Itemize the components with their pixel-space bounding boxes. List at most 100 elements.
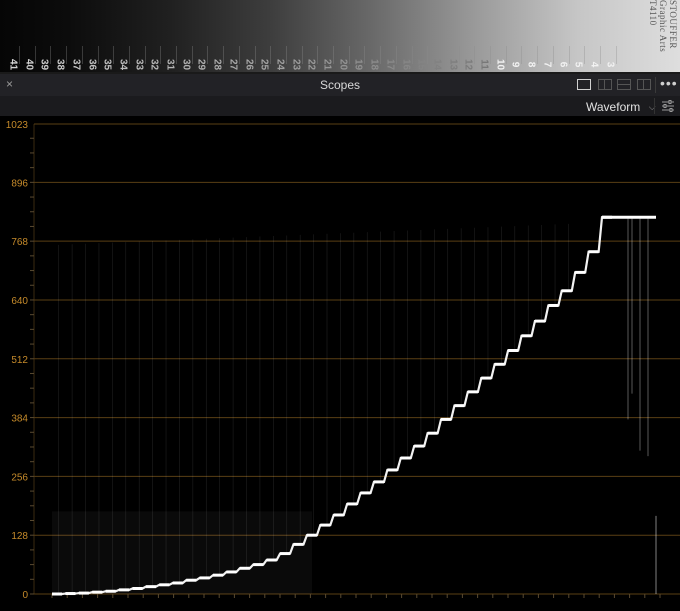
wedge-step-number: 11 — [478, 59, 490, 70]
wedge-step-number: 37 — [70, 58, 82, 71]
wedge-step-tick — [97, 46, 99, 64]
wedge-step-number: 4 — [588, 61, 600, 68]
y-tick-label: 512 — [11, 355, 28, 366]
scope-toolbar: Waveform ⌵ — [0, 96, 680, 116]
wedge-step-tick — [552, 46, 554, 64]
wedge-step-number: 35 — [101, 58, 113, 71]
wedge-step-tick — [128, 46, 130, 64]
y-tick-label: 256 — [11, 472, 28, 483]
wedge-step-tick — [599, 46, 601, 64]
wedge-step-tick — [395, 46, 397, 64]
wedge-step-number: 27 — [227, 58, 239, 71]
wedge-step-number: 29 — [195, 58, 207, 71]
waveform-haze — [52, 223, 569, 594]
wedge-step-tick — [317, 46, 319, 64]
wedge-step-tick — [50, 46, 52, 64]
wedge-step-tick — [207, 46, 209, 64]
wedge-step-number: 34 — [117, 58, 129, 71]
wedge-step-number: 40 — [23, 58, 35, 71]
wedge-step-tick — [615, 46, 617, 64]
wedge-step-tick — [427, 46, 429, 64]
wedge-step-number: 26 — [243, 58, 254, 71]
wedge-step-number: 19 — [352, 58, 364, 71]
wedge-step-number: 20 — [337, 58, 349, 71]
wedge-step-number: 18 — [368, 58, 380, 71]
y-tick-label: 0 — [22, 590, 28, 601]
wedge-step-tick — [270, 46, 272, 64]
y-tick-label: 768 — [11, 237, 28, 248]
wedge-step-number: 9 — [509, 61, 521, 68]
waveform-chart: 0 128 256 384 512 640 768 896 1023 — [6, 120, 680, 601]
wedge-step-tick — [333, 46, 334, 64]
wedge-step-tick — [521, 46, 523, 64]
wedge-step-tick — [238, 46, 240, 64]
wedge-step-tick — [223, 46, 225, 64]
wedge-step-tick — [364, 46, 366, 64]
wedge-step-tick — [490, 46, 491, 64]
toolbar-divider — [654, 98, 655, 114]
wedge-step-tick — [254, 46, 256, 64]
y-tick-label: 896 — [11, 178, 28, 189]
layout-single-icon[interactable] — [577, 79, 591, 90]
wedge-step-number: 30 — [180, 58, 192, 71]
wedge-step-number: 17 — [384, 58, 396, 71]
y-tick-label: 384 — [11, 414, 28, 425]
y-tick-label: 640 — [11, 296, 28, 307]
wedge-step-tick — [176, 46, 177, 64]
step-wedge: 41 40 39 38 37 36 35 34 33 32 31 30 29 28 27 26 25 24 23 22… — [0, 0, 680, 72]
layout-stacked-icon[interactable] — [617, 79, 631, 90]
scope-type-dropdown[interactable]: Waveform ⌵ — [586, 98, 656, 114]
wedge-step-number: 23 — [290, 58, 302, 71]
y-tick-label: 1023 — [6, 120, 29, 131]
wedge-step-tick — [458, 46, 460, 64]
wedge-step-number: 15 — [415, 58, 427, 71]
wedge-step-tick — [113, 46, 115, 64]
wedge-step-number: 41 — [7, 58, 19, 71]
wedge-step-number: 5 — [572, 61, 584, 68]
wedge-step-number: 12 — [462, 58, 474, 71]
wedge-step-number: 7 — [541, 61, 553, 68]
layout-split-icon[interactable] — [598, 79, 612, 90]
wedge-step-tick — [301, 46, 303, 64]
scopes-header: × Scopes ••• — [0, 74, 680, 97]
wedge-step-number: 3 — [604, 61, 616, 68]
wedge-step-number: 16 — [400, 58, 411, 71]
wedge-step-number: 33 — [133, 58, 145, 71]
wedge-step-number: 21 — [321, 58, 333, 71]
wedge-step-number: 31 — [164, 58, 176, 71]
wedge-step-number: 6 — [557, 61, 568, 68]
wedge-step-tick — [442, 46, 444, 64]
wedge-step-tick — [380, 46, 382, 64]
wedge-step-tick — [19, 46, 20, 64]
settings-sliders-icon[interactable] — [661, 99, 675, 113]
wedge-step-tick — [66, 46, 68, 64]
wedge-step-number: 14 — [431, 58, 443, 71]
header-divider — [655, 77, 656, 93]
wedge-brand: STOUFFER Graphic Arts T4110 — [648, 0, 678, 53]
wedge-step-tick — [144, 46, 146, 64]
wedge-step-number: 28 — [211, 58, 223, 71]
wedge-step-tick — [34, 46, 36, 64]
wedge-step-number: 39 — [38, 58, 50, 71]
more-icon[interactable]: ••• — [660, 75, 678, 91]
wedge-step-number: 13 — [447, 58, 459, 71]
wedge-step-tick — [537, 46, 539, 64]
wedge-step-tick — [568, 46, 570, 64]
wedge-step-number: 36 — [86, 58, 97, 71]
wedge-step-tick — [411, 46, 413, 64]
wedge-step-number: 32 — [148, 58, 160, 71]
wedge-step-tick — [81, 46, 83, 64]
layout-quad-icon[interactable] — [637, 79, 651, 90]
scope-type-label: Waveform — [586, 100, 641, 114]
wedge-step-number: 10 — [494, 58, 506, 71]
wedge-step-number: 38 — [54, 58, 66, 71]
wedge-step-tick — [474, 46, 476, 64]
wedge-step-tick — [584, 46, 586, 64]
wedge-step-tick — [160, 46, 162, 64]
wedge-step-number: 22 — [305, 58, 317, 71]
wedge-step-number: 25 — [258, 58, 270, 71]
wedge-step-number: 8 — [525, 61, 537, 68]
wedge-step-tick — [505, 46, 507, 64]
y-tick-label: 128 — [11, 531, 28, 542]
waveform-scope[interactable]: 0 128 256 384 512 640 768 896 1023 — [0, 116, 680, 606]
